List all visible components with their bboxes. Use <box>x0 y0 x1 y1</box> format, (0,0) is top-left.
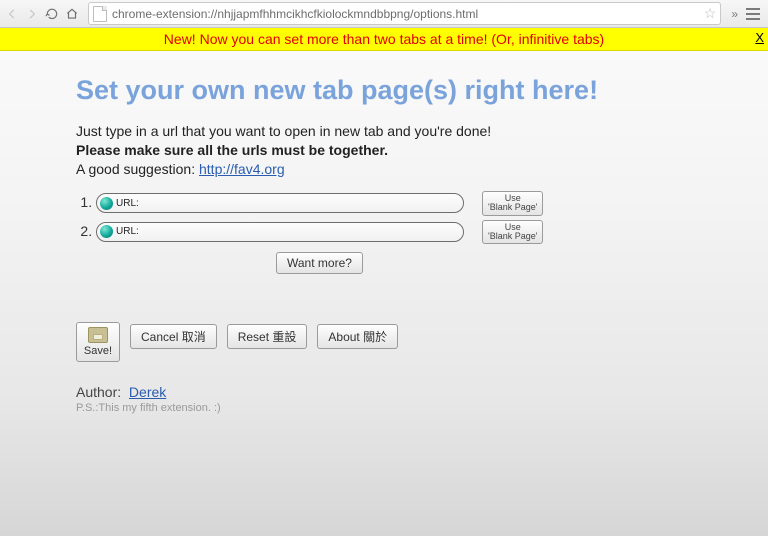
author-label: Author: <box>76 384 121 400</box>
url-list: URL: Use 'Blank Page' URL: Use 'Blank P <box>76 191 768 245</box>
want-more-row: Want more? <box>276 252 768 274</box>
about-button[interactable]: About 關於 <box>317 324 398 349</box>
reload-button[interactable] <box>43 5 61 23</box>
want-more-button[interactable]: Want more? <box>276 252 363 274</box>
url-field-1[interactable]: URL: <box>96 193 464 213</box>
url-input-2[interactable] <box>142 224 459 240</box>
url-label: URL: <box>116 226 139 237</box>
url-field-2[interactable]: URL: <box>96 222 464 242</box>
author-link[interactable]: Derek <box>129 384 166 400</box>
save-button[interactable]: Save! <box>76 322 120 362</box>
menu-icon[interactable] <box>746 8 760 20</box>
announcement-banner: New! Now you can set more than two tabs … <box>0 28 768 51</box>
action-row: Save! Cancel 取消 Reset 重設 About 關於 <box>76 322 768 362</box>
suggestion-link[interactable]: http://fav4.org <box>199 161 285 177</box>
bookmark-star-icon[interactable]: ☆ <box>704 5 717 22</box>
back-button[interactable] <box>3 5 21 23</box>
cancel-button[interactable]: Cancel 取消 <box>130 324 217 349</box>
intro-text: Just type in a url that you want to open… <box>76 122 768 179</box>
use-blank-page-button-2[interactable]: Use 'Blank Page' <box>482 220 543 245</box>
url-label: URL: <box>116 198 139 209</box>
banner-text: New! Now you can set more than two tabs … <box>0 31 768 47</box>
save-disk-icon <box>88 327 108 343</box>
intro-line2: Please make sure all the urls must be to… <box>76 141 768 160</box>
globe-icon <box>100 197 113 210</box>
browser-toolbar: chrome-extension://nhjjapmfhhmcikhcfkiol… <box>0 0 768 28</box>
intro-line3: A good suggestion: http://fav4.org <box>76 160 768 179</box>
intro-line1: Just type in a url that you want to open… <box>76 122 768 141</box>
intro-suggestion-prefix: A good suggestion: <box>76 161 199 177</box>
banner-close-button[interactable]: X <box>755 30 764 45</box>
globe-icon <box>100 225 113 238</box>
url-input-1[interactable] <box>142 195 459 211</box>
use-blank-page-button-1[interactable]: Use 'Blank Page' <box>482 191 543 216</box>
extensions-overflow-icon[interactable]: » <box>731 7 738 21</box>
url-row-2: URL: Use 'Blank Page' <box>96 220 768 245</box>
address-text: chrome-extension://nhjjapmfhhmcikhcfkiol… <box>112 7 478 21</box>
forward-button[interactable] <box>23 5 41 23</box>
author-line: Author: Derek <box>76 384 768 400</box>
url-row-1: URL: Use 'Blank Page' <box>96 191 768 216</box>
home-button[interactable] <box>63 5 81 23</box>
address-bar[interactable]: chrome-extension://nhjjapmfhhmcikhcfkiol… <box>88 2 721 25</box>
ps-line: P.S.:This my fifth extension. :) <box>76 402 768 414</box>
reset-button[interactable]: Reset 重設 <box>227 324 308 349</box>
save-label: Save! <box>84 345 112 357</box>
page-content: Set your own new tab page(s) right here!… <box>0 51 768 414</box>
page-icon <box>93 6 107 22</box>
page-title: Set your own new tab page(s) right here! <box>76 75 768 106</box>
